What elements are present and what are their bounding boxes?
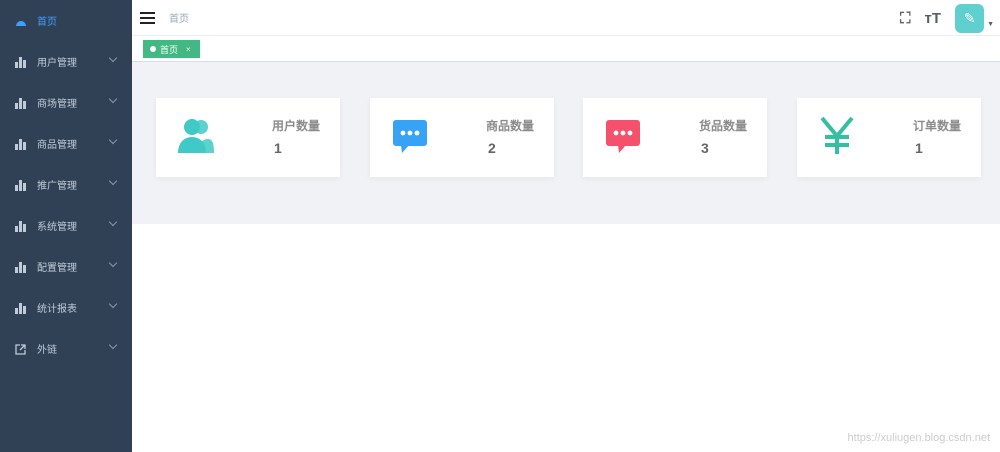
tag-label: 首页 [160,44,179,55]
card-label: 用户数量 [271,119,320,133]
breadcrumb[interactable]: 首页 [169,10,189,25]
avatar[interactable]: ✎ [955,4,985,33]
tag-home[interactable]: 首页 × [143,40,200,58]
chart-icon [15,97,27,109]
sidebar-item-label: 商品管理 [37,140,77,151]
yen-icon [817,116,857,156]
chevron-down-icon [108,176,118,186]
chevron-down-icon [108,135,118,145]
sidebar-item-label: 推广管理 [37,181,77,192]
card-users[interactable]: 用户数量 1 [156,98,340,177]
card-label: 订单数量 [912,119,961,133]
font-size-icon[interactable]: тT [925,10,942,27]
sidebar-item-mall-management[interactable]: 商场管理 [0,82,132,123]
navbar: 首页 ⛶ тT ✎ ▼ [132,0,1000,36]
card-value: 2 [488,140,496,156]
sidebar-item-label: 用户管理 [37,58,77,69]
sidebar-item-home[interactable]: 首页 [0,0,132,41]
card-products[interactable]: 货品数量 3 [583,98,767,177]
sidebar-item-goods-management[interactable]: 商品管理 [0,123,132,164]
caret-down-icon[interactable]: ▼ [987,21,994,28]
chart-icon [15,138,27,150]
sidebar-item-label: 系统管理 [37,222,77,233]
card-label: 商品数量 [485,119,534,133]
chart-icon [15,220,27,232]
external-link-icon [15,343,27,355]
chart-icon [15,179,27,191]
card-goods[interactable]: 商品数量 2 [370,98,554,177]
chevron-down-icon [108,258,118,268]
message-icon [390,116,430,156]
sidebar-item-label: 配置管理 [37,263,77,274]
sidebar-item-user-management[interactable]: 用户管理 [0,41,132,82]
dashboard-icon [15,15,27,27]
chevron-down-icon [108,299,118,309]
sidebar: 首页 用户管理 商场管理 商品管理 推广管理 系统管理 配置管理 统计报表 外链 [0,0,132,452]
sidebar-item-promotion-management[interactable]: 推广管理 [0,164,132,205]
hamburger-menu-icon[interactable] [140,11,155,24]
chevron-down-icon [108,340,118,350]
chart-icon [15,56,27,68]
sidebar-item-label: 商场管理 [37,99,77,110]
sidebar-item-system-management[interactable]: 系统管理 [0,205,132,246]
card-value: 1 [274,140,282,156]
sidebar-item-external-link[interactable]: 外链 [0,328,132,369]
message-icon [603,116,643,156]
card-value: 1 [915,140,923,156]
card-orders[interactable]: 订单数量 1 [797,98,981,177]
active-dot-icon [150,46,156,52]
fullscreen-icon[interactable]: ⛶ [900,10,911,27]
chevron-down-icon [108,53,118,63]
chart-icon [15,302,27,314]
chart-icon [15,261,27,273]
panel-group: 用户数量 1 商品数量 2 货品数量 3 订单数量 1 [132,62,1000,224]
chevron-down-icon [108,94,118,104]
watermark: https://xuliugen.blog.csdn.net [847,432,990,444]
close-icon[interactable]: × [186,45,191,54]
sidebar-item-label: 外链 [37,345,57,356]
card-value: 3 [701,140,709,156]
sidebar-item-label: 首页 [37,17,57,28]
tags-view: 首页 × [132,36,1000,62]
card-label: 货品数量 [698,119,747,133]
chevron-down-icon [108,217,118,227]
people-icon [176,116,216,156]
sidebar-item-config-management[interactable]: 配置管理 [0,246,132,287]
sidebar-item-statistics[interactable]: 统计报表 [0,287,132,328]
sidebar-item-label: 统计报表 [37,304,77,315]
